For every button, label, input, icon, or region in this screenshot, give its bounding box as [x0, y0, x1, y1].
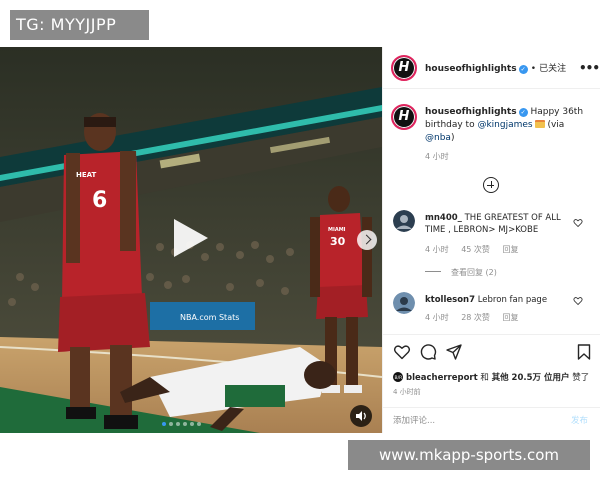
mention-kingjames[interactable]: @kingjames: [477, 120, 532, 130]
view-replies-button[interactable]: 查看回复 (2): [425, 267, 497, 278]
heart-icon[interactable]: [393, 343, 411, 361]
comment-text: ktolleson7 Lebron fan page: [425, 294, 575, 306]
watermark-top: TG: MYYJJPP: [10, 10, 149, 40]
likes-count[interactable]: 其他 20.5万 位用户: [492, 373, 570, 383]
comment-reply-button[interactable]: 回复: [502, 313, 518, 322]
caption-via: (via: [544, 120, 565, 130]
jersey-text-left: HEAT: [76, 171, 97, 179]
likes-and: 和: [477, 373, 492, 383]
post-comment-button[interactable]: 发布: [571, 414, 588, 426]
liker-avatar: B/R: [393, 372, 403, 382]
comment-meta: 4 小时 28 次赞 回复: [425, 312, 528, 323]
mention-nba[interactable]: @nba: [425, 133, 451, 143]
comment-input[interactable]: [393, 414, 553, 428]
jersey-text-right: MIAMI: [328, 227, 346, 233]
post-panel: H houseofhighlights ✓ • 已关注 ••• H houseof…: [382, 47, 600, 433]
caption-avatar[interactable]: H: [391, 104, 417, 130]
carousel-dot[interactable]: [162, 422, 166, 426]
more-options-icon[interactable]: •••: [579, 61, 600, 75]
carousel-dot[interactable]: [176, 422, 180, 426]
header-separator: •: [530, 64, 537, 74]
verified-badge-icon: ✓: [518, 65, 528, 74]
comment-username[interactable]: mn400_: [425, 213, 462, 223]
comment-likes[interactable]: 45 次赞: [461, 245, 490, 254]
speaker-icon: [356, 411, 366, 421]
carousel-next-button[interactable]: [357, 230, 377, 250]
carousel-dot[interactable]: [183, 422, 187, 426]
mute-toggle-button[interactable]: [350, 405, 372, 427]
following-button[interactable]: 已关注: [539, 64, 566, 74]
comment-username[interactable]: ktolleson7: [425, 295, 475, 305]
header-user-line: houseofhighlights ✓ • 已关注: [425, 61, 566, 74]
likes-summary: B/R bleacherreport 和 其他 20.5万 位用户 赞了: [393, 371, 589, 383]
comment-likes[interactable]: 28 次赞: [461, 313, 490, 322]
caption-end: ): [450, 133, 455, 143]
bookmark-icon[interactable]: [575, 343, 593, 361]
jersey-number-right: 30: [330, 235, 346, 248]
caption-timestamp: 4 小时: [425, 152, 449, 161]
verified-badge-icon: ✓: [518, 108, 528, 117]
share-icon[interactable]: [445, 343, 463, 361]
stats-board-text: NBA.com Stats: [180, 313, 239, 322]
post-video[interactable]: NBA.com Stats 6 HEAT 30 MIAMI: [0, 47, 382, 433]
watermark-bottom: www.mkapp-sports.com: [348, 440, 590, 470]
comment-icon[interactable]: [419, 343, 437, 361]
post-header: H houseofhighlights ✓ • 已关注 •••: [383, 47, 600, 89]
commenter-avatar[interactable]: [393, 292, 415, 314]
comment-text: mn400_ THE GREATEST OF ALL TIME , LEBRON…: [425, 212, 575, 236]
view-replies-label: 查看回复 (2): [451, 268, 497, 277]
comment-composer: 发布: [383, 407, 600, 434]
commenter-avatar[interactable]: [393, 210, 415, 232]
comment-time: 4 小时: [425, 245, 449, 254]
comment-reply-button[interactable]: 回复: [502, 245, 518, 254]
birthday-cake-icon: [534, 120, 545, 128]
svg-text:B/R: B/R: [395, 375, 403, 381]
post-actions: B/R bleacherreport 和 其他 20.5万 位用户 赞了 4 小…: [383, 334, 600, 433]
carousel-dot[interactable]: [190, 422, 194, 426]
post-caption: houseofhighlights ✓ Happy 36th birthday t…: [425, 106, 595, 145]
post-timestamp: 4 小时前: [393, 388, 421, 396]
header-username[interactable]: houseofhighlights: [425, 64, 517, 74]
load-more-comments-icon[interactable]: [483, 177, 499, 193]
likes-suffix: 赞了: [569, 373, 590, 383]
comment-like-icon[interactable]: [573, 296, 583, 306]
carousel-dot[interactable]: [169, 422, 173, 426]
comment-meta: 4 小时 45 次赞 回复: [425, 244, 528, 255]
carousel-dot[interactable]: [197, 422, 201, 426]
comment-time: 4 小时: [425, 313, 449, 322]
comment-body: Lebron fan page: [477, 295, 548, 305]
comment-like-icon[interactable]: [573, 218, 583, 228]
play-icon[interactable]: [166, 215, 212, 261]
jersey-number-left: 6: [92, 188, 107, 213]
caption-username[interactable]: houseofhighlights: [425, 107, 517, 117]
carousel-dots: [162, 422, 201, 426]
liker-username[interactable]: bleacherreport: [406, 373, 478, 383]
instagram-post: NBA.com Stats 6 HEAT 30 MIAMI H houseofh…: [0, 47, 600, 433]
account-avatar[interactable]: H: [391, 55, 417, 81]
